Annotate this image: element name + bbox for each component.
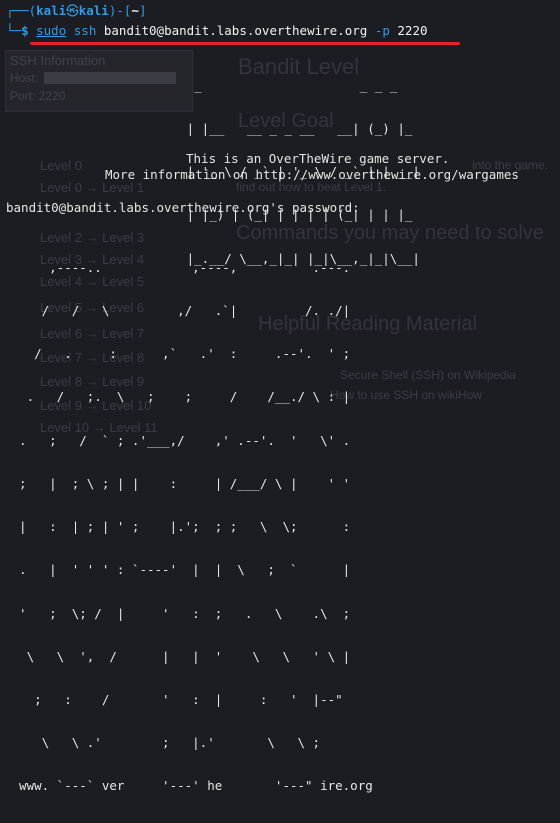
prompt-dollar: $: [21, 23, 29, 38]
otw-art-row: ' ; \; / | ' : ; . \ .\ ;: [4, 605, 351, 621]
prompt-at-symbol: ㉿: [66, 3, 79, 18]
otw-art-row: \ \ .' ; |.' \ \ ;: [4, 735, 321, 751]
otw-ascii-art: ,----.. ,----, .---. / / \ ,/ .`| /. ./|…: [4, 232, 373, 823]
prompt-user: kali: [36, 3, 67, 18]
highlight-underline: [30, 42, 460, 45]
prompt-bracket-mid: )-[: [108, 3, 132, 18]
otw-art-row: \ \ ', / | | ' \ \ ' \ |: [4, 648, 351, 664]
cmd-port: 2220: [397, 23, 428, 38]
prompt-host: kali: [78, 3, 109, 18]
prompt-bracket-open: ┌──(: [6, 3, 37, 18]
banner-row: _ _ _ _: [6, 77, 420, 93]
otw-art-row: ; : / ' : | : ' |--": [4, 692, 343, 707]
otw-art-row: / / \ ,/ .`| /. ./|: [4, 303, 351, 319]
cmd-ssh: ssh: [73, 23, 97, 38]
server-message: This is an OverTheWire game server.: [186, 151, 450, 166]
cmd-sudo: sudo: [36, 23, 67, 38]
prompt-cwd: ~: [131, 3, 139, 18]
otw-art-row: . ; / ` ; .'___,/ ,' .--'. ' \' .: [4, 432, 351, 448]
prompt-bracket-close: ]: [138, 3, 147, 18]
prompt-line-top: ┌──(kali㉿kali)-[~]: [6, 4, 146, 18]
command-line[interactable]: └─$ sudo ssh bandit0@bandit.labs.overthe…: [6, 24, 428, 38]
prompt-corner: └─: [6, 23, 22, 38]
more-info-message: More information on http://www.overthewi…: [105, 167, 519, 182]
password-prompt[interactable]: bandit0@bandit.labs.overthewire.org's pa…: [6, 201, 360, 215]
cmd-flag: -p: [374, 23, 390, 38]
otw-art-row: www. `---` ver '---' he '---" ire.org: [4, 778, 373, 794]
banner-row: | |__ __ _ _ __ __| (_) |_: [6, 121, 420, 137]
terminal-window[interactable]: ┌──(kali㉿kali)-[~] └─$ sudo ssh bandit0@…: [0, 0, 560, 794]
otw-art-row: ; | ; \ ; | | : | /___/ \ | ' ': [4, 475, 351, 491]
otw-art-row: / . : ,` .' : .--'. ' ;: [4, 346, 351, 362]
cmd-target: bandit0@bandit.labs.overthewire.org: [103, 23, 368, 38]
otw-art-row: . | ' ' ' : `----' | | \ ; ` |: [4, 562, 351, 578]
otw-art-row: ,----.. ,----, .---.: [4, 259, 351, 275]
otw-art-row: . / ;. \ ; ; / /__./ \ : |: [4, 389, 351, 405]
otw-art-row: | : | ; | ' ; |.'; ; ; \ \; :: [4, 519, 351, 535]
